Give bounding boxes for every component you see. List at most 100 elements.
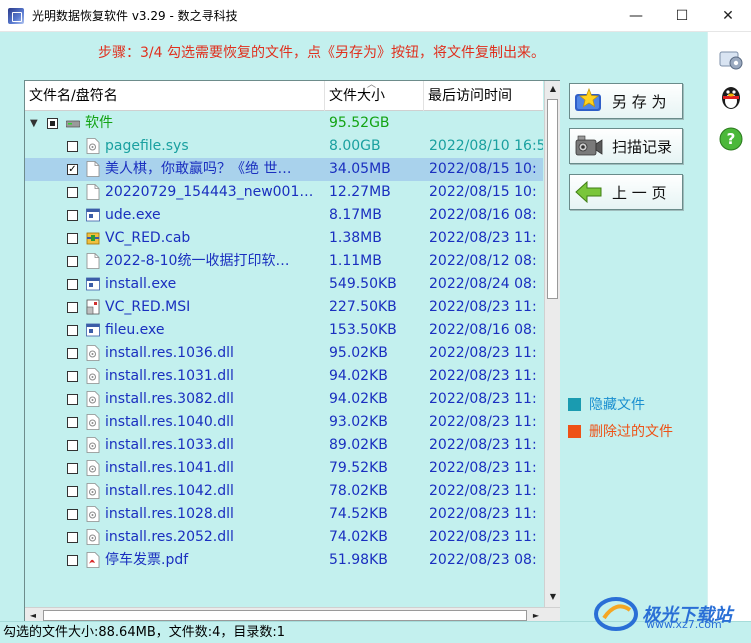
file-size: 95.52GB xyxy=(329,115,390,131)
column-header-name[interactable]: 文件名/盘符名 xyxy=(25,81,325,111)
file-size: 89.02KB xyxy=(329,437,388,453)
file-time xyxy=(429,112,543,135)
scan-log-button[interactable]: 扫描记录 xyxy=(569,128,683,164)
row-checkbox[interactable] xyxy=(67,325,78,336)
row-checkbox[interactable] xyxy=(67,279,78,290)
save-as-button[interactable]: 另 存 为 xyxy=(569,83,683,119)
file-size: 8.00GB xyxy=(329,138,381,154)
file-row[interactable]: fileu.exe 153.50KB 2022/08/16 08: xyxy=(25,319,543,342)
settings-gear-icon[interactable] xyxy=(718,46,744,72)
row-checkbox[interactable] xyxy=(67,394,78,405)
file-name: install.res.1041.dll xyxy=(105,460,234,476)
file-name: install.exe xyxy=(105,276,177,292)
row-checkbox[interactable] xyxy=(67,486,78,497)
file-time: 2022/08/23 11: xyxy=(429,529,537,545)
file-row[interactable]: ✓ 美人棋，你敢赢吗？《绝 世… 34.05MB 2022/08/15 10: xyxy=(25,158,543,181)
file-row[interactable]: install.res.1036.dll 95.02KB 2022/08/23 11… xyxy=(25,342,543,365)
file-name: install.res.1033.dll xyxy=(105,437,234,453)
horizontal-scroll-thumb[interactable] xyxy=(43,610,527,621)
file-name: install.res.2052.dll xyxy=(105,529,234,545)
maximize-button[interactable]: ☐ xyxy=(659,0,705,32)
row-checkbox[interactable] xyxy=(67,417,78,428)
minimize-button[interactable]: — xyxy=(613,0,659,32)
file-row[interactable]: pagefile.sys 8.00GB 2022/08/10 16:5 xyxy=(25,135,543,158)
file-row[interactable]: VC_RED.MSI 227.50KB 2022/08/23 11: xyxy=(25,296,543,319)
file-list-header: 文件名/盘符名 ︿ 文件大小 最后访问时间 xyxy=(25,81,543,111)
row-checkbox[interactable] xyxy=(67,532,78,543)
file-row[interactable]: VC_RED.cab 1.38MB 2022/08/23 11: xyxy=(25,227,543,250)
scroll-down-arrow-icon[interactable]: ▼ xyxy=(545,589,561,605)
step-instruction: 步骤：3/4 勾选需要恢复的文件，点《另存为》按钮，将文件复制出来。 xyxy=(98,45,545,61)
row-checkbox[interactable] xyxy=(67,555,78,566)
file-row[interactable]: ude.exe 8.17MB 2022/08/16 08: xyxy=(25,204,543,227)
legend-deleted-swatch xyxy=(568,424,581,438)
file-row[interactable]: install.res.1041.dll 79.52KB 2022/08/23 11… xyxy=(25,457,543,480)
row-checkbox[interactable] xyxy=(67,141,78,152)
watermark-logo: 极光下载站 www.xz7.com xyxy=(594,594,746,634)
exe-file-icon xyxy=(86,207,100,223)
doc-file-icon xyxy=(86,253,100,269)
row-checkbox[interactable] xyxy=(67,210,78,221)
sort-arrow-icon: ︿ xyxy=(367,81,377,90)
file-row[interactable]: install.res.1042.dll 78.02KB 2022/08/23 11… xyxy=(25,480,543,503)
row-checkbox[interactable] xyxy=(67,440,78,451)
exe-file-icon xyxy=(86,322,100,338)
row-checkbox[interactable] xyxy=(47,118,58,129)
file-size: 95.02KB xyxy=(329,345,388,361)
column-header-size[interactable]: ︿ 文件大小 xyxy=(325,81,424,111)
row-checkbox[interactable] xyxy=(67,509,78,520)
tree-expander-icon[interactable]: ▼ xyxy=(30,119,38,129)
file-time: 2022/08/23 08: xyxy=(429,552,537,568)
file-time: 2022/08/23 11: xyxy=(429,299,537,315)
row-checkbox[interactable] xyxy=(67,371,78,382)
dll-file-icon xyxy=(86,460,100,476)
file-size: 74.52KB xyxy=(329,506,388,522)
file-name: install.res.1042.dll xyxy=(105,483,234,499)
doc-file-icon xyxy=(86,184,100,200)
file-name: VC_RED.cab xyxy=(105,230,191,246)
row-checkbox[interactable] xyxy=(67,187,78,198)
file-size: 153.50KB xyxy=(329,322,397,338)
file-row[interactable]: install.res.1033.dll 89.02KB 2022/08/23 11… xyxy=(25,434,543,457)
file-row[interactable]: 2022-8-10统一收据打印软… 1.11MB 2022/08/12 08: xyxy=(25,250,543,273)
file-row[interactable]: install.res.1040.dll 93.02KB 2022/08/23 11… xyxy=(25,411,543,434)
file-time: 2022/08/23 11: xyxy=(429,391,537,407)
row-checkbox[interactable] xyxy=(67,463,78,474)
row-checkbox[interactable] xyxy=(67,348,78,359)
file-name: install.res.1036.dll xyxy=(105,345,234,361)
file-row[interactable]: install.res.2052.dll 74.02KB 2022/08/23 11… xyxy=(25,526,543,549)
file-name: ude.exe xyxy=(105,207,161,223)
file-time: 2022/08/15 10: xyxy=(429,184,537,200)
legend-hidden-files: 隐藏文件 xyxy=(568,394,645,414)
file-row[interactable]: ▼ 软件 95.52GB xyxy=(25,112,543,135)
dll-file-icon xyxy=(86,391,100,407)
file-row[interactable]: install.res.1031.dll 94.02KB 2022/08/23 11… xyxy=(25,365,543,388)
file-row[interactable]: install.res.1028.dll 74.52KB 2022/08/23 11… xyxy=(25,503,543,526)
column-header-time[interactable]: 最后访问时间 xyxy=(424,81,543,111)
arrow-left-icon xyxy=(574,179,604,205)
dll-file-icon xyxy=(86,368,100,384)
previous-page-button[interactable]: 上 一 页 xyxy=(569,174,683,210)
file-size: 1.38MB xyxy=(329,230,382,246)
file-row[interactable]: install.exe 549.50KB 2022/08/24 08: xyxy=(25,273,543,296)
row-checkbox[interactable] xyxy=(67,233,78,244)
close-button[interactable]: ✕ xyxy=(705,0,751,32)
help-question-icon[interactable]: ? xyxy=(718,126,744,152)
qq-penguin-icon[interactable] xyxy=(718,84,744,110)
dll-file-icon xyxy=(86,506,100,522)
file-size: 79.52KB xyxy=(329,460,388,476)
row-checkbox[interactable]: ✓ xyxy=(67,164,78,175)
file-row[interactable]: 20220729_154443_new001… 12.27MB 2022/08/15… xyxy=(25,181,543,204)
vertical-scrollbar[interactable]: ▲ ▼ xyxy=(544,81,560,607)
vertical-scroll-thumb[interactable] xyxy=(547,99,558,299)
legend-deleted-label: 删除过的文件 xyxy=(589,424,673,440)
dll-file-icon xyxy=(86,437,100,453)
file-row[interactable]: install.res.3082.dll 94.02KB 2022/08/23 11… xyxy=(25,388,543,411)
row-checkbox[interactable] xyxy=(67,256,78,267)
file-size: 34.05MB xyxy=(329,161,391,177)
scroll-up-arrow-icon[interactable]: ▲ xyxy=(545,81,561,97)
row-checkbox[interactable] xyxy=(67,302,78,313)
file-row[interactable]: 停车发票.pdf 51.98KB 2022/08/23 08: xyxy=(25,549,543,572)
file-size: 51.98KB xyxy=(329,552,388,568)
app-logo-icon xyxy=(8,7,24,24)
